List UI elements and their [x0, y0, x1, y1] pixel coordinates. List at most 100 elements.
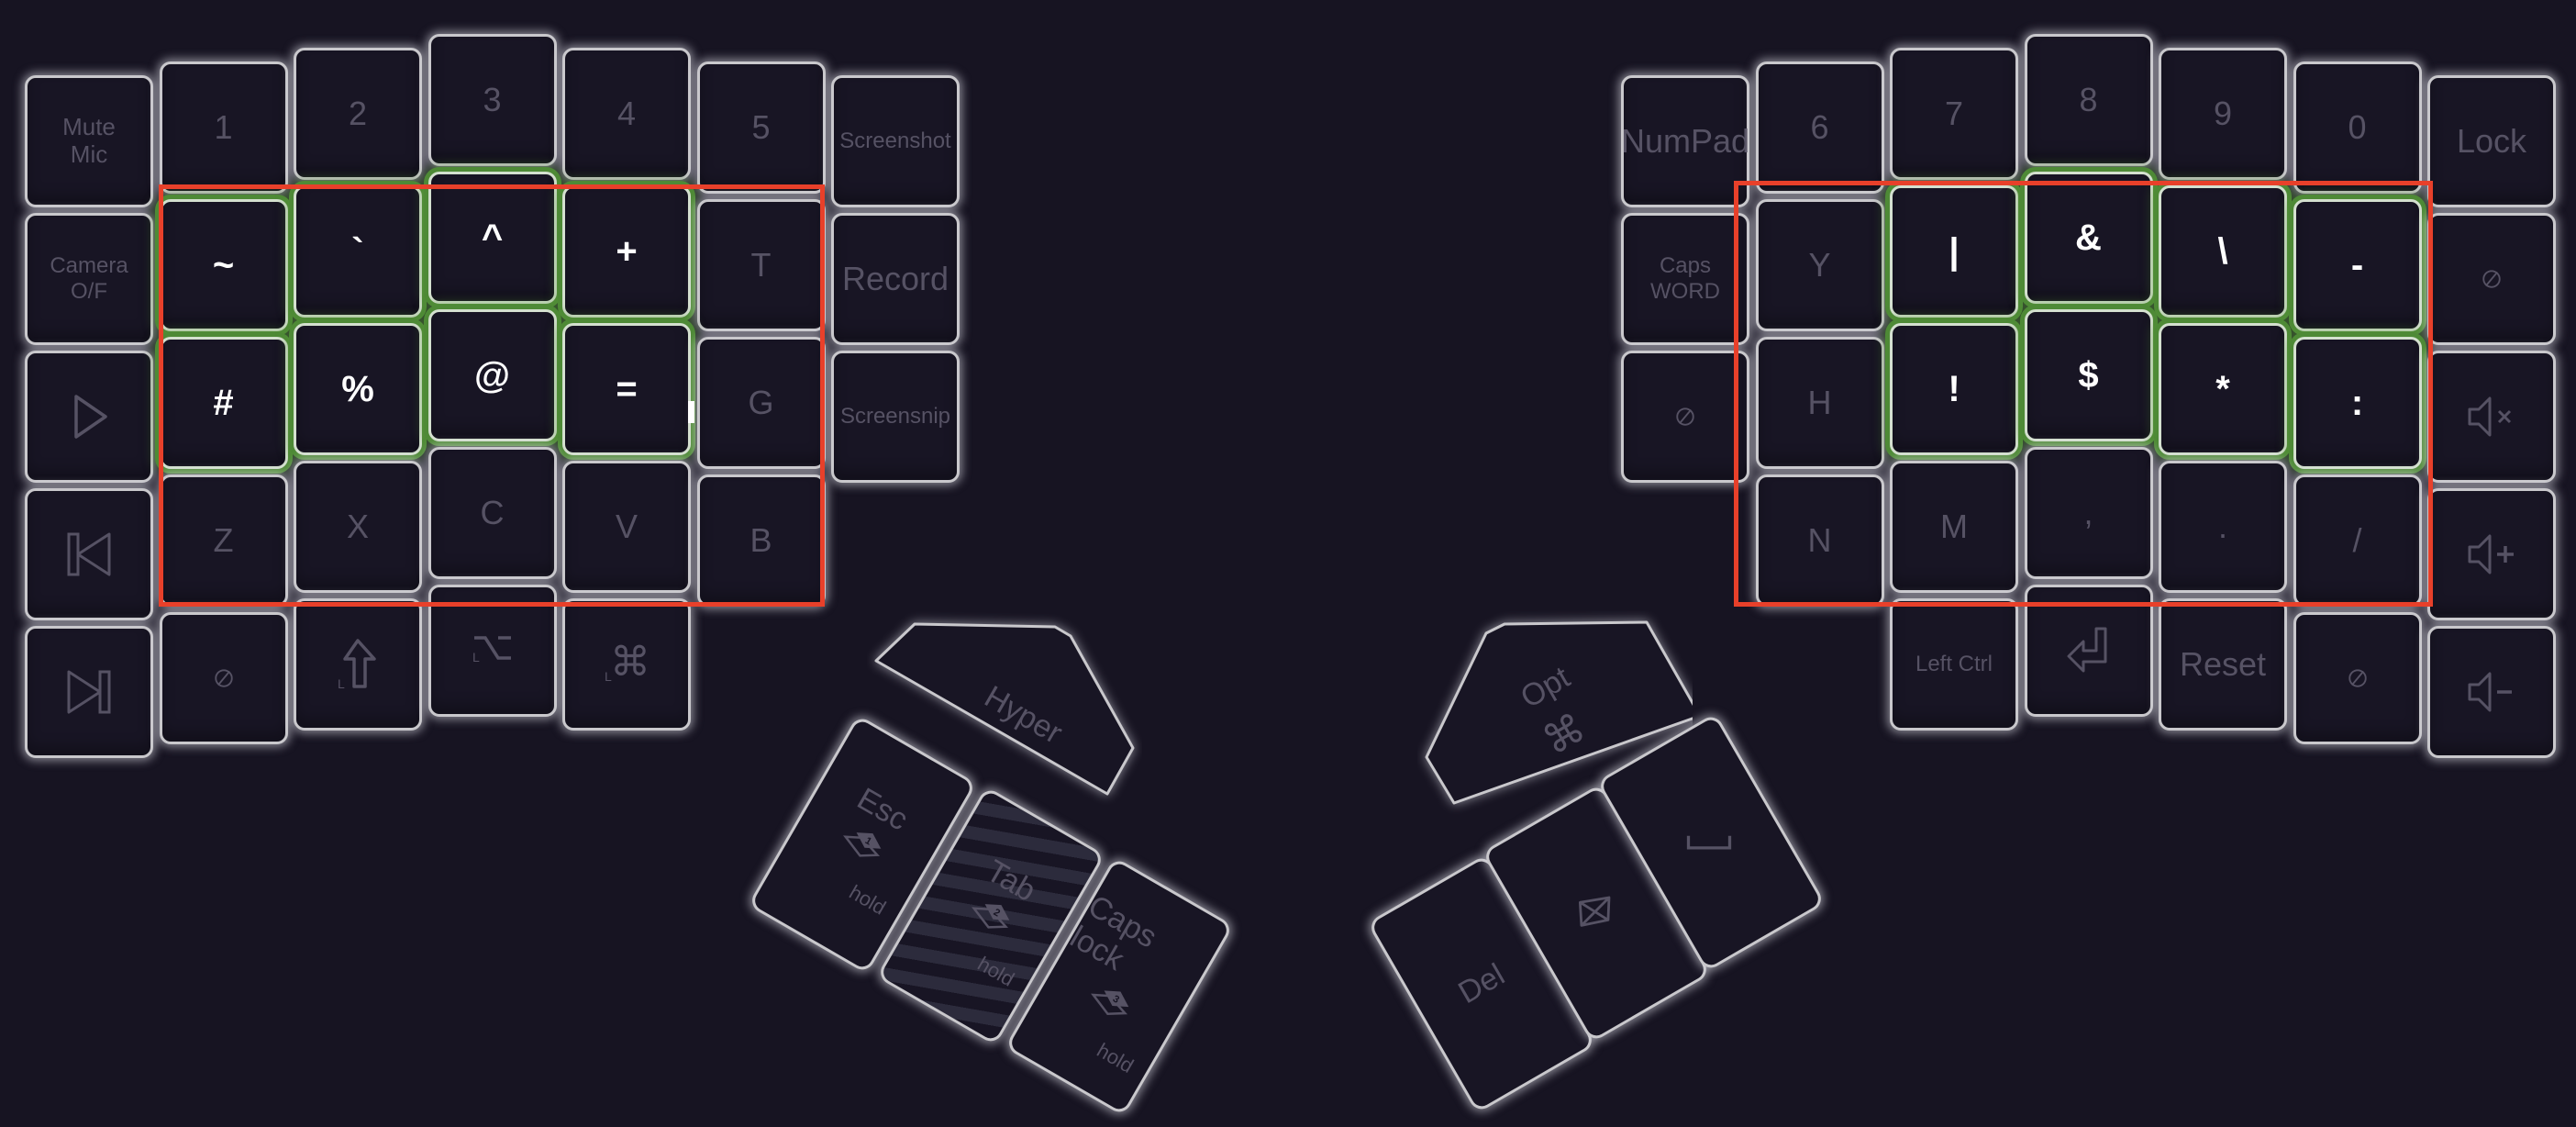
svg-text:⌘: ⌘	[610, 639, 650, 686]
right-key--[interactable]: $	[2024, 309, 2153, 441]
key-legend: ~	[212, 245, 235, 285]
key-legend: Y	[1808, 246, 1831, 285]
hold-label: hold	[973, 952, 1018, 991]
left-key--[interactable]: +	[562, 185, 691, 318]
left-key-5[interactable]: 5	[696, 61, 826, 194]
right-key-none[interactable]	[1621, 351, 1749, 483]
left-key-x[interactable]: X	[294, 461, 422, 593]
key-legend: &	[2075, 218, 2102, 258]
left-key--[interactable]: @	[427, 309, 557, 441]
left-key-c[interactable]: C	[427, 447, 557, 579]
key-legend: Lock	[2456, 122, 2527, 161]
right-key-enter[interactable]	[2024, 585, 2153, 717]
right-key-n[interactable]: N	[1755, 474, 1884, 607]
key-legend: 2	[348, 95, 368, 133]
left-key-z[interactable]: Z	[159, 474, 288, 607]
right-key-y[interactable]: Y	[1755, 199, 1884, 331]
hold-label: hold	[845, 880, 890, 920]
key-legend: 6	[1810, 108, 1829, 147]
right-key-8[interactable]: 8	[2024, 34, 2153, 166]
right-key-none[interactable]	[2293, 612, 2422, 744]
key-legend: 0	[2348, 108, 2367, 147]
key-legend: %	[341, 369, 374, 409]
right-thumb-opt-command[interactable]: Opt⌘	[1417, 610, 1693, 849]
right-key--[interactable]: :	[2293, 337, 2422, 469]
right-key-m[interactable]: M	[1890, 461, 2018, 593]
left-key-b[interactable]: B	[696, 474, 826, 607]
right-key-0[interactable]: 0	[2293, 61, 2422, 194]
key-legend: 3	[483, 81, 502, 119]
key-legend: $	[2078, 355, 2099, 396]
right-key--[interactable]: -	[2293, 199, 2422, 331]
key-legend: G	[748, 384, 774, 422]
right-key-7[interactable]: 7	[1890, 48, 2018, 180]
left-key-t[interactable]: T	[696, 199, 826, 331]
left-key-play[interactable]	[25, 351, 153, 483]
left-key-3[interactable]: 3	[427, 34, 557, 166]
right-key--[interactable]: &	[2024, 172, 2153, 304]
right-key-left-ctrl[interactable]: Left Ctrl	[1890, 598, 2018, 731]
right-key--[interactable]: .	[2159, 461, 2287, 593]
right-key--[interactable]: |	[1890, 185, 2018, 318]
left-key-2[interactable]: 2	[294, 48, 422, 180]
right-key-none[interactable]	[2427, 213, 2556, 345]
key-legend: +	[616, 231, 638, 272]
left-key-mute-mic[interactable]: Mute Mic	[25, 75, 153, 207]
key-legend: Screenshot	[839, 128, 951, 154]
key-legend: 1	[214, 108, 233, 147]
left-key-4[interactable]: 4	[562, 48, 691, 180]
key-legend: =	[616, 369, 638, 409]
right-key-h[interactable]: H	[1755, 337, 1884, 469]
right-key-caps-word[interactable]: Caps WORD	[1621, 213, 1749, 345]
right-key--[interactable]: \	[2159, 185, 2287, 318]
left-key-previous-track[interactable]	[25, 488, 153, 620]
none-icon	[205, 660, 242, 697]
key-legend: Reset	[2179, 645, 2267, 684]
right-key-numpad[interactable]: NumPad	[1621, 75, 1749, 207]
key-legend: NumPad	[1620, 122, 1750, 161]
left-key-left-option[interactable]: L	[427, 585, 557, 717]
left-key--[interactable]: ^	[427, 172, 557, 304]
left-key-screensnip[interactable]: Screensnip	[831, 351, 960, 483]
left-key--[interactable]: %	[294, 323, 422, 455]
right-key-lock[interactable]: Lock	[2427, 75, 2556, 207]
left-key--[interactable]: =	[562, 323, 691, 455]
right-key-volume-mute[interactable]	[2427, 351, 2556, 483]
left-key--[interactable]: ~	[159, 199, 288, 331]
left-key--[interactable]: #	[159, 337, 288, 469]
key-legend: 8	[2079, 81, 2098, 119]
left-key-none[interactable]	[159, 612, 288, 744]
none-icon	[2339, 660, 2376, 697]
none-icon	[2473, 261, 2510, 297]
right-key--[interactable]: *	[2159, 323, 2287, 455]
right-key--[interactable]: ,	[2024, 447, 2153, 579]
left-thumb-hyper[interactable]: Hyper	[867, 610, 1142, 849]
right-key--[interactable]: !	[1890, 323, 2018, 455]
left-key-left-command[interactable]: ⌘ L	[562, 598, 691, 731]
right-key-6[interactable]: 6	[1755, 61, 1884, 194]
key-legend: @	[473, 355, 510, 396]
left-key--[interactable]: `	[294, 185, 422, 318]
right-key--[interactable]: /	[2293, 474, 2422, 607]
left-key-v[interactable]: V	[562, 461, 691, 593]
key-legend: :	[2350, 383, 2364, 423]
left-key-1[interactable]: 1	[159, 61, 288, 194]
key-legend: .	[2217, 508, 2227, 546]
left-key-screenshot[interactable]: Screenshot	[831, 75, 960, 207]
play-icon	[60, 387, 118, 446]
right-key-volume-down[interactable]	[2427, 626, 2556, 758]
left-key-g[interactable]: G	[696, 337, 826, 469]
left-shift-icon: L	[328, 635, 387, 694]
right-key-volume-up[interactable]	[2427, 488, 2556, 620]
volume-up-icon	[2462, 525, 2521, 584]
left-key-left-shift[interactable]: L	[294, 598, 422, 731]
right-key-9[interactable]: 9	[2159, 48, 2287, 180]
left-key-camera-o-f[interactable]: Camera O/F	[25, 213, 153, 345]
key-legend: ,	[2083, 494, 2093, 532]
left-key-next-track[interactable]	[25, 626, 153, 758]
key-legend: T	[750, 246, 772, 285]
right-key-reset[interactable]: Reset	[2159, 598, 2287, 731]
left-key-record[interactable]: Record	[831, 213, 960, 345]
previous-track-icon	[60, 525, 118, 584]
key-legend: X	[346, 508, 369, 546]
